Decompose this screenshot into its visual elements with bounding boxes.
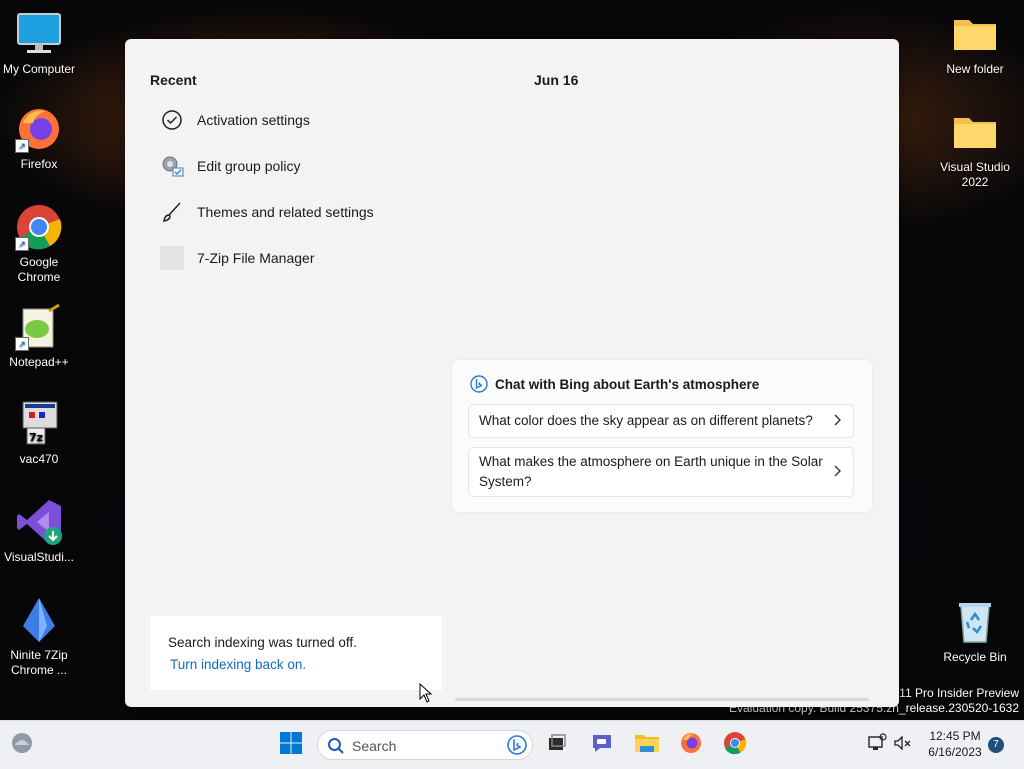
notepadpp-icon: ↗ [15,303,63,351]
recent-title: Recent [150,72,197,88]
chrome-taskbar-button[interactable] [719,729,751,761]
recycle-bin-icon [951,598,999,646]
firefox-taskbar-button[interactable] [675,729,707,761]
shortcut-arrow-icon: ↗ [15,337,29,351]
file-explorer-button[interactable] [631,729,663,761]
recent-item-edit-group-policy[interactable]: Edit group policy [155,148,435,184]
desktop-icon-label: Visual Studio 2022 [940,160,1010,189]
desktop-icon-new-folder[interactable]: New folder [935,10,1015,77]
notification-badge[interactable]: 7 [988,737,1004,753]
recent-item-label: Themes and related settings [197,204,374,220]
recent-item-themes[interactable]: Themes and related settings [155,194,435,230]
recent-item-label: 7-Zip File Manager [197,250,315,266]
date-title: Jun 16 [534,72,579,88]
file-explorer-icon [634,731,660,760]
clock-time: 12:45 PM [929,729,981,743]
recent-item-label: Activation settings [197,112,310,128]
bing-chat-icon[interactable] [506,734,528,761]
bing-question-2[interactable]: What makes the atmosphere on Earth uniqu… [468,447,854,497]
desktop-icon-ninite[interactable]: Ninite 7Zip Chrome ... [0,596,79,678]
desktop-icon-vac470[interactable]: 7z vac470 [0,400,79,467]
bing-question-1[interactable]: What color does the sky appear as on dif… [468,404,854,438]
desktop-icon-label: VisualStudi... [4,550,74,564]
bing-question-text: What color does the sky appear as on dif… [479,413,813,428]
desktop-icon-label: Recycle Bin [943,650,1007,664]
desktop-icon-label: Google Chrome [17,255,61,284]
bottom-scroll-indicator [455,698,869,701]
desktop-icon-label: Notepad++ [9,355,69,369]
desktop-icon-chrome[interactable]: ↗ Google Chrome [0,203,79,285]
start-button[interactable] [275,729,307,761]
turn-indexing-on-link[interactable]: Turn indexing back on. [170,657,306,672]
widgets-button[interactable] [6,729,38,761]
folder-icon [951,108,999,156]
vac470-icon: 7z [15,400,63,448]
desktop-icon-label: New folder [946,62,1004,76]
recent-item-activation-settings[interactable]: Activation settings [155,102,435,138]
clock-date: 6/16/2023 [928,745,982,759]
brush-icon [158,198,186,226]
network-icon [867,732,887,758]
folder-icon [951,10,999,58]
search-panel: Recent Jun 16 Activation settings Edit g… [125,39,899,707]
chevron-right-icon [833,411,843,431]
search-placeholder: Search [352,738,397,754]
visual-studio-icon [15,498,63,546]
bing-icon [470,375,488,393]
taskbar-clock[interactable]: 12:45 PM 6/16/2023 [920,728,990,760]
ninite-icon [15,596,63,644]
indexing-message: Search indexing was turned off. [168,635,357,650]
windows-logo-icon [279,731,303,760]
desktop-icon-label: vac470 [19,452,59,466]
desktop-icon-visual-studio[interactable]: VisualStudi... [0,498,79,565]
desktop-icon-recycle-bin[interactable]: Recycle Bin [935,598,1015,665]
taskbar-search-box[interactable]: Search [317,730,533,760]
computer-icon [15,10,63,58]
bing-question-text: What makes the atmosphere on Earth uniqu… [479,454,823,489]
recent-item-7zip[interactable]: 7-Zip File Manager [155,240,435,276]
volume-muted-icon [892,733,912,758]
shortcut-arrow-icon: ↗ [15,237,29,251]
desktop-icon-label: My Computer [2,62,76,76]
task-view-icon [546,732,568,759]
indexing-notice: Search indexing was turned off. Turn ind… [150,616,442,690]
watermark-line1: s 11 Pro Insider Preview [889,686,1019,700]
bing-card-title: Chat with Bing about Earth's atmosphere [470,375,759,393]
app-placeholder-icon [158,244,186,272]
desktop-icon-label: Firefox [20,157,58,171]
group-policy-icon [158,152,186,180]
desktop-icon-firefox[interactable]: ↗ Firefox [0,105,79,172]
recent-item-label: Edit group policy [197,158,301,174]
bing-chat-card: Chat with Bing about Earth's atmosphere … [452,360,872,512]
taskbar: Search 12:45 PM 6/16/2023 7 [0,720,1024,769]
chevron-right-icon [833,462,843,482]
chrome-icon: ↗ [15,203,63,251]
desktop-icon-label: Ninite 7Zip Chrome ... [10,648,68,677]
chrome-icon [723,731,747,760]
desktop-icon-notepadpp[interactable]: ↗ Notepad++ [0,303,79,370]
teams-chat-icon [590,731,614,760]
desktop-icon-visual-studio-2022[interactable]: Visual Studio 2022 [935,108,1015,190]
svg-text:7z: 7z [29,431,43,444]
task-view-button[interactable] [541,729,573,761]
chat-button[interactable] [586,729,618,761]
mouse-cursor-icon [419,682,433,708]
search-icon [327,737,345,760]
shortcut-arrow-icon: ↗ [15,139,29,153]
firefox-icon [679,731,703,760]
bing-card-title-text: Chat with Bing about Earth's atmosphere [495,376,760,392]
firefox-icon: ↗ [15,105,63,153]
tray-volume-button[interactable] [886,729,918,761]
check-circle-icon [158,106,186,134]
weather-icon [10,731,34,760]
desktop-icon-my-computer[interactable]: My Computer [0,10,79,77]
